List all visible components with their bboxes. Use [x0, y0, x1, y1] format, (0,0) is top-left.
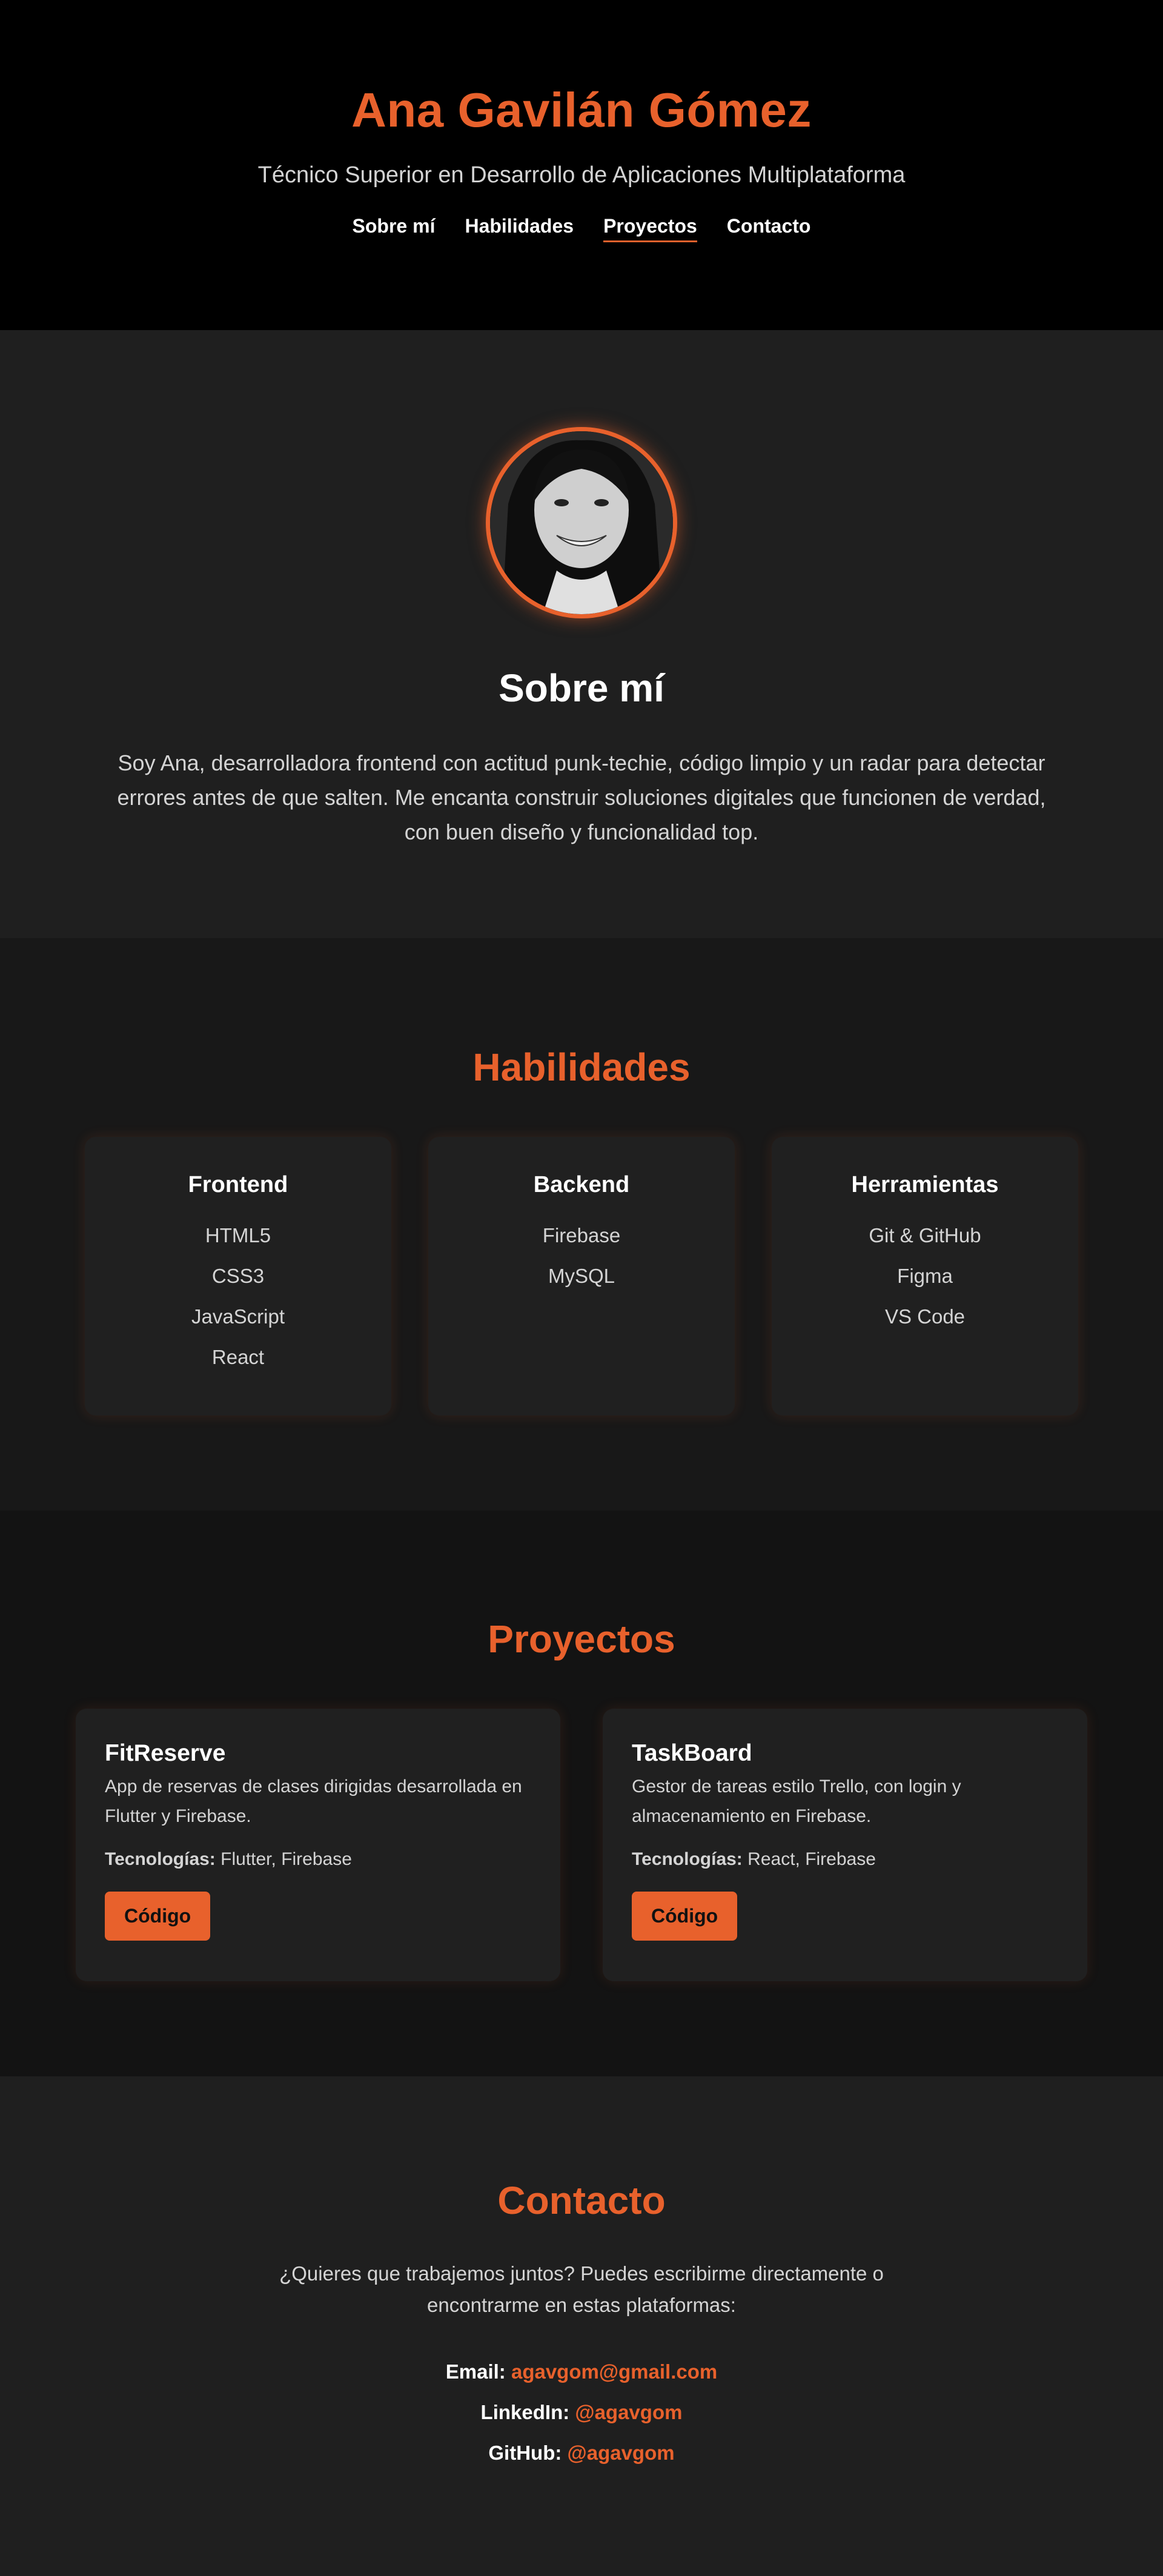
tech-value: React, Firebase — [747, 1849, 876, 1869]
skill-item: Firebase — [542, 1224, 621, 1247]
about-section: Sobre mí Soy Ana, desarrolladora fronten… — [0, 330, 1163, 938]
skill-card-herramientas: Herramientas Git & GitHub Figma VS Code — [772, 1137, 1078, 1415]
project-title: TaskBoard — [632, 1740, 752, 1766]
skill-card-frontend: Frontend HTML5 CSS3 JavaScript React — [85, 1137, 391, 1415]
nav-link-sobre-mi[interactable]: Sobre mí — [353, 215, 436, 242]
skill-item: Figma — [897, 1265, 953, 1287]
project-description: Gestor de tareas estilo Trello, con logi… — [632, 1776, 961, 1826]
contact-label: Email: — [445, 2360, 506, 2383]
contact-list: Email: agavgom@gmail.com LinkedIn: @agav… — [0, 2351, 1163, 2473]
skill-card-title: Backend — [533, 1172, 630, 1197]
profile-avatar — [486, 427, 677, 618]
nav-link-habilidades[interactable]: Habilidades — [465, 215, 574, 242]
skill-item: HTML5 — [205, 1224, 271, 1247]
skill-list: Firebase MySQL — [428, 1215, 735, 1296]
skill-item: VS Code — [884, 1305, 966, 1328]
contact-label: GitHub: — [488, 2442, 562, 2464]
profile-photo — [490, 431, 673, 614]
nav-link-contacto[interactable]: Contacto — [727, 215, 811, 242]
project-card-fitreserve: FitReserve App de reservas de clases dir… — [76, 1709, 560, 1981]
main-nav: Sobre mí Habilidades Proyectos Contacto — [0, 215, 1163, 242]
linkedin-link[interactable]: @agavgom — [575, 2401, 682, 2423]
projects-section: Proyectos FitReserve App de reservas de … — [0, 1511, 1163, 2076]
contact-section: Contacto ¿Quieres que trabajemos juntos?… — [0, 2076, 1163, 2576]
project-description: App de reservas de clases dirigidas desa… — [105, 1776, 522, 1826]
skill-cards: Frontend HTML5 CSS3 JavaScript React Bac… — [85, 1137, 1078, 1415]
contact-github: GitHub: @agavgom — [0, 2432, 1163, 2473]
contact-email: Email: agavgom@gmail.com — [0, 2351, 1163, 2392]
skills-title: Habilidades — [472, 1045, 691, 1089]
nav-link-proyectos[interactable]: Proyectos — [603, 215, 697, 242]
code-button[interactable]: Código — [105, 1892, 211, 1941]
project-tech: Tecnologías: Flutter, Firebase — [105, 1849, 531, 1870]
tech-value: Flutter, Firebase — [220, 1849, 352, 1869]
projects-title: Proyectos — [488, 1617, 675, 1661]
tech-label: Tecnologías: — [632, 1849, 743, 1869]
skill-item: Git & GitHub — [869, 1224, 981, 1247]
site-name: Ana Gavilán Gómez — [351, 83, 812, 137]
code-button[interactable]: Código — [632, 1892, 738, 1941]
project-title: FitReserve — [105, 1740, 226, 1766]
contact-title: Contacto — [497, 2179, 666, 2222]
project-tech: Tecnologías: React, Firebase — [632, 1849, 1058, 1870]
tech-label: Tecnologías: — [105, 1849, 216, 1869]
skill-item: MySQL — [548, 1265, 615, 1287]
skill-list: HTML5 CSS3 JavaScript React — [85, 1215, 391, 1377]
project-card-taskboard: TaskBoard Gestor de tareas estilo Trello… — [603, 1709, 1087, 1981]
site-subtitle: Técnico Superior en Desarrollo de Aplica… — [257, 162, 906, 188]
skills-section: Habilidades Frontend HTML5 CSS3 JavaScri… — [0, 938, 1163, 1511]
skill-item: JavaScript — [191, 1305, 285, 1328]
about-text: Soy Ana, desarrolladora frontend con act… — [117, 750, 1046, 844]
skill-card-backend: Backend Firebase MySQL — [428, 1137, 735, 1415]
skill-item: React — [211, 1346, 265, 1368]
contact-linkedin: LinkedIn: @agavgom — [0, 2392, 1163, 2432]
contact-label: LinkedIn: — [480, 2401, 570, 2423]
skill-item: CSS3 — [211, 1265, 265, 1287]
about-title: Sobre mí — [499, 666, 664, 710]
contact-intro: ¿Quieres que trabajemos juntos? Puedes e… — [279, 2262, 884, 2316]
site-header: Ana Gavilán Gómez Técnico Superior en De… — [0, 0, 1163, 330]
skill-card-title: Herramientas — [851, 1172, 999, 1197]
skill-list: Git & GitHub Figma VS Code — [772, 1215, 1078, 1337]
skill-card-title: Frontend — [188, 1172, 288, 1197]
email-link[interactable]: agavgom@gmail.com — [511, 2360, 717, 2383]
github-link[interactable]: @agavgom — [568, 2442, 675, 2464]
project-cards: FitReserve App de reservas de clases dir… — [76, 1709, 1087, 1981]
